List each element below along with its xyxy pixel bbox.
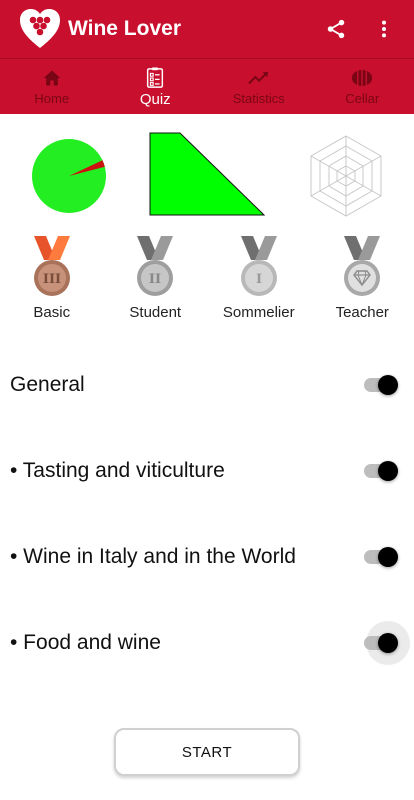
- tab-home[interactable]: Home: [0, 59, 104, 114]
- gray-medal-icon: I: [240, 236, 277, 296]
- tab-cellar-label: Cellar: [345, 91, 380, 106]
- diamond-medal-icon: [344, 236, 381, 296]
- barrel-icon: [351, 67, 373, 89]
- category-row-italy-world[interactable]: • Wine in Italy and in the World: [0, 527, 414, 587]
- share-icon[interactable]: [318, 11, 354, 47]
- medal-sommelier-label: Sommelier: [222, 304, 295, 321]
- medal-student-label: Student: [129, 304, 182, 321]
- tab-statistics-label: Statistics: [232, 91, 285, 106]
- medal-teacher-label: Teacher: [335, 304, 389, 321]
- tab-quiz-label: Quiz: [139, 91, 171, 108]
- radar-chart: [310, 135, 382, 217]
- tab-bar: Home Quiz Statistics Cellar: [0, 58, 414, 114]
- medal-sommelier[interactable]: I Sommelier: [207, 236, 311, 336]
- tab-cellar[interactable]: Cellar: [311, 59, 414, 114]
- bronze-medal-icon: III: [33, 236, 70, 296]
- svg-text:I: I: [256, 272, 262, 287]
- category-toggle-food[interactable]: [362, 621, 410, 665]
- category-toggle-general[interactable]: [362, 370, 402, 400]
- category-row-food[interactable]: • Food and wine: [0, 613, 414, 673]
- category-toggle-tasting[interactable]: [362, 456, 402, 486]
- category-label: • Tasting and viticulture: [10, 459, 225, 482]
- wine-heart-logo-icon: [20, 9, 60, 48]
- level-progress-chart: [149, 132, 266, 216]
- category-label: • Food and wine: [10, 631, 161, 654]
- category-toggle-italy-world[interactable]: [362, 542, 402, 572]
- tab-home-label: Home: [34, 91, 70, 106]
- category-row-tasting[interactable]: • Tasting and viticulture: [0, 441, 414, 501]
- medals-row: III Basic II Student I Sommelier Teacher: [0, 236, 414, 336]
- medal-basic[interactable]: III Basic: [0, 236, 104, 336]
- start-button[interactable]: START: [114, 728, 300, 776]
- tab-statistics[interactable]: Statistics: [207, 59, 311, 114]
- category-label: • Wine in Italy and in the World: [10, 545, 296, 568]
- trending-up-icon: [247, 67, 270, 89]
- svg-text:II: II: [149, 272, 161, 287]
- app-title: Wine Lover: [68, 17, 181, 40]
- silver-medal-icon: II: [137, 236, 174, 296]
- medal-basic-label: Basic: [33, 304, 71, 321]
- home-icon: [41, 67, 63, 89]
- tab-quiz[interactable]: Quiz: [104, 59, 208, 114]
- category-label: General: [10, 373, 85, 396]
- svg-text:III: III: [43, 272, 61, 287]
- category-row-general[interactable]: General: [0, 355, 414, 415]
- medal-student[interactable]: II Student: [104, 236, 208, 336]
- more-vert-icon[interactable]: [366, 11, 402, 47]
- quiz-icon: [144, 67, 166, 89]
- stats-area: [0, 125, 414, 225]
- score-pie-chart: [32, 139, 106, 213]
- medal-teacher[interactable]: Teacher: [311, 236, 414, 336]
- app-bar: Wine Lover: [0, 0, 414, 58]
